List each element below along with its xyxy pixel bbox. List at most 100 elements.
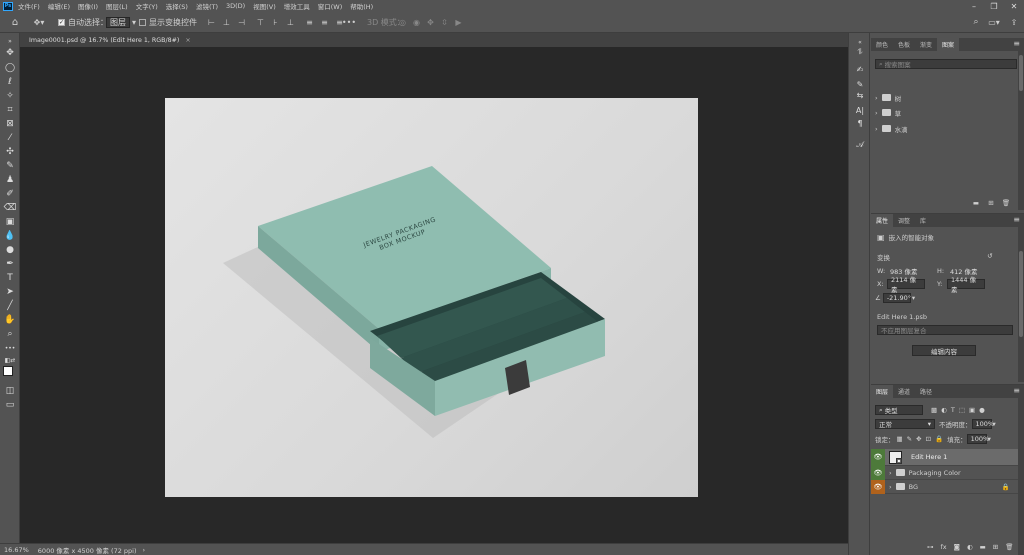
menu-help[interactable]: 帮助(H) [350,1,373,11]
tab-adjustments[interactable]: 调整 [893,214,915,227]
eye-icon[interactable]: 👁 [871,479,885,494]
gradient-tool-icon[interactable]: ▣ [3,216,17,228]
panel-menu-icon[interactable]: ≡ [1013,215,1020,224]
zoom-level[interactable]: 16.67% [4,546,29,554]
history-brush-icon[interactable]: ✐ [3,188,17,200]
pattern-group-water[interactable]: › 水滴 [875,122,908,135]
tab-libraries[interactable]: 库 [915,214,931,227]
history-icon[interactable]: ⥮ [854,46,866,58]
align-bottom-icon[interactable]: ⊥ [286,16,295,28]
blur-tool-icon[interactable]: 💧 [3,230,17,242]
distribute-top-icon[interactable]: ≡ [305,16,314,28]
menu-select[interactable]: 选择(S) [166,1,188,11]
home-icon[interactable]: ⌂ [8,16,22,28]
patterns-scrollbar[interactable] [1018,51,1024,210]
chevron-right-icon[interactable]: › [889,483,892,491]
document-tab[interactable]: Image0001.psd @ 16.7% (Edit Here 1, RGB/… [24,34,196,47]
chevron-down-icon[interactable]: ▾ [988,435,991,443]
x-field[interactable]: 2114 像素 [887,276,925,294]
tab-color[interactable]: 颜色 [871,38,893,51]
edit-toolbar-icon[interactable]: ••• [3,342,17,354]
path-select-icon[interactable]: ➤ [3,286,17,298]
eyedropper-icon[interactable]: ⁄ [3,132,17,144]
panel-menu-icon[interactable]: ≡ [1013,39,1020,48]
pattern-search-input[interactable]: ⌕ 搜索图案 [875,59,1017,69]
filter-type-icon[interactable]: T [951,406,955,414]
orbit-3d-icon[interactable]: ◎ [398,16,407,28]
chevron-down-icon[interactable]: ▾ [912,294,915,302]
screen-mode-icon[interactable]: ▭ [3,399,17,411]
more-options-button[interactable]: ••• [342,16,356,28]
trash-icon[interactable]: 🗑 [1001,198,1011,208]
pattern-group-grass[interactable]: › 草 [875,106,901,119]
layer-row[interactable]: 👁 › BG 🔒 [871,479,1024,494]
lock-all-icon[interactable]: 🔒 [935,435,943,443]
distribute-vcenter-icon[interactable]: ≡ [320,16,329,28]
default-colors-icon[interactable]: ◧⇄ [3,354,17,366]
auto-select-dropdown[interactable]: 图层 ▾ [106,16,136,28]
filter-smart-object-icon[interactable]: ▣ [969,406,975,414]
menu-plugins[interactable]: 增效工具 [284,1,310,11]
filter-adjustment-icon[interactable]: ◐ [941,406,947,414]
transform-controls-checkbox[interactable]: 显示变换控件 [139,16,197,28]
align-hcenter-icon[interactable]: ⊥ [222,16,231,28]
search-icon[interactable]: ⌕ [970,16,982,28]
edit-contents-button[interactable]: 编辑内容 [912,345,976,356]
align-left-icon[interactable]: ⊢ [207,16,216,28]
menu-window[interactable]: 窗口(W) [318,1,343,11]
scale-3d-icon[interactable]: ▶ [454,16,463,28]
canvas-area[interactable]: JEWELRY PACKAGING BOX MOCKUP [20,47,848,543]
y-field[interactable]: 1444 像素 [947,276,985,294]
collapse-icon[interactable]: » [3,35,17,47]
fill-field[interactable]: 100% [966,434,989,444]
status-arrow-icon[interactable]: › [143,546,146,554]
type-tool-icon[interactable]: T [3,272,17,284]
brush-settings-icon[interactable]: ✍ [854,63,866,75]
align-vcenter-icon[interactable]: ⊦ [271,16,280,28]
minimize-icon[interactable]: – [967,0,981,12]
link-layers-icon[interactable]: ⊶ [927,543,934,551]
share-icon[interactable]: ⇪ [1008,16,1020,28]
tab-swatches[interactable]: 色板 [893,38,915,51]
workspace-icon[interactable]: ▭▾ [988,16,1000,28]
menu-file[interactable]: 文件(F) [18,1,40,11]
layer-comp-dropdown[interactable]: 不应用图层复合 [877,325,1013,335]
properties-scrollbar[interactable] [1018,227,1024,382]
align-top-icon[interactable]: ⊤ [256,16,265,28]
blend-mode-dropdown[interactable]: 正常 ▾ [875,419,935,429]
layer-row[interactable]: 👁 › Packaging Color [871,465,1024,480]
roll-3d-icon[interactable]: ◉ [412,16,421,28]
dodge-tool-icon[interactable]: ● [3,244,17,256]
slide-3d-icon[interactable]: ⇳ [440,16,449,28]
fx-icon[interactable]: fx [941,543,947,551]
marquee-tool-icon[interactable]: ◯ [3,62,17,74]
chevron-right-icon[interactable]: › [889,469,892,477]
eye-icon[interactable]: 👁 [871,465,885,480]
menu-type[interactable]: 文字(Y) [136,1,158,11]
lock-transparency-icon[interactable]: ▦ [897,435,903,443]
healing-brush-icon[interactable]: ✣ [3,146,17,158]
magic-wand-icon[interactable]: ✧ [3,90,17,102]
tab-close-icon[interactable]: × [185,37,190,44]
brush-tool-icon[interactable]: ✎ [3,160,17,172]
angle-field[interactable]: -21.90° [882,293,911,303]
lasso-tool-icon[interactable]: ℓ [3,76,17,88]
menu-image[interactable]: 图像(I) [78,1,98,11]
filter-toggle-icon[interactable]: ● [979,406,985,414]
align-right-icon[interactable]: ⊣ [237,16,246,28]
menu-layer[interactable]: 图层(L) [106,1,128,11]
new-layer-icon[interactable]: ⊞ [993,543,998,551]
menu-3d[interactable]: 3D(D) [226,2,245,10]
zoom-tool-icon[interactable]: ⌕ [3,328,17,340]
foreground-color-swatch[interactable] [3,366,13,376]
hand-tool-icon[interactable]: ✋ [3,314,17,326]
tab-layers[interactable]: 图层 [871,385,894,398]
new-group-icon[interactable]: ▬ [980,543,986,551]
lock-position-icon[interactable]: ✥ [916,435,921,443]
menu-filter[interactable]: 滤镜(T) [196,1,218,11]
tab-channels[interactable]: 通道 [893,385,915,398]
tab-paths[interactable]: 路径 [915,385,937,398]
filter-shape-icon[interactable]: ⬚ [959,406,965,414]
layer-row[interactable]: 👁 ▣ Edit Here 1 [871,448,1024,466]
panel-menu-icon[interactable]: ≡ [1013,386,1020,395]
